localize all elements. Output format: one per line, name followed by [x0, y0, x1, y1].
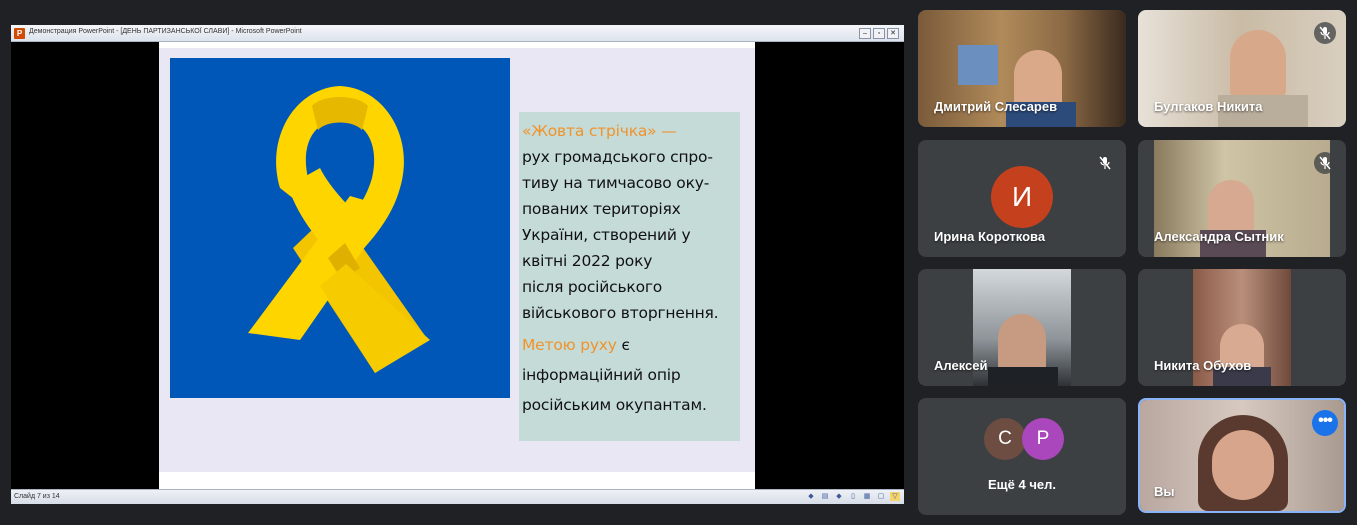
- window-controls: – ▫ ✕: [859, 28, 899, 39]
- slide-highlight: Метою руху: [522, 336, 617, 354]
- slide-menu-icon[interactable]: ▤: [820, 492, 830, 501]
- next-slide-icon[interactable]: ◆: [834, 492, 844, 501]
- more-options-button[interactable]: •••: [1312, 410, 1338, 436]
- self-tile[interactable]: ••• Вы: [1138, 398, 1346, 513]
- slide-top-strip: [159, 42, 755, 48]
- person-silhouette: [1212, 430, 1274, 500]
- slide-heading: «Жовта стрічка» —: [522, 122, 677, 140]
- participant-name: Алексей: [934, 358, 988, 373]
- slide-text-fragment: є: [616, 336, 630, 354]
- yellow-ribbon-icon: [248, 86, 430, 373]
- more-participants-tile[interactable]: С Р Ещё 4 чел.: [918, 398, 1126, 515]
- participant-name: Ирина Короткова: [934, 229, 1046, 244]
- slide-text-line: рух громадського спро-: [522, 148, 713, 166]
- powerpoint-status-bar: Слайд 7 из 14 ◆ ▤ ◆ ▯ ▦ ▢ ▽: [11, 489, 904, 504]
- mic-off-icon: [1099, 156, 1111, 170]
- slideshow-view-icon[interactable]: ▽: [890, 492, 900, 501]
- slide-text-line: Метою руху є: [522, 332, 737, 358]
- participant-name: Александра Сытник: [1154, 229, 1284, 244]
- ribbon-image: [170, 58, 510, 398]
- minimize-button[interactable]: –: [859, 28, 871, 39]
- slide-text-line: інформаційний опір: [522, 366, 681, 384]
- powerpoint-title-bar: P Демонстрация PowerPoint - [ДЕНЬ ПАРТИЗ…: [11, 25, 904, 42]
- slide-text-line: пованих територіях: [522, 200, 681, 218]
- person-silhouette: [998, 314, 1046, 374]
- participant-tile[interactable]: Александра Сытник: [1138, 140, 1346, 257]
- avatar: И: [991, 166, 1053, 228]
- participant-name: Дмитрий Слесарев: [934, 99, 1058, 114]
- mic-off-indicator: [1094, 152, 1116, 174]
- slide-text-line: тиву на тимчасово оку-: [522, 174, 710, 192]
- video-feed-detail: [958, 45, 998, 85]
- prev-slide-icon[interactable]: ◆: [806, 492, 816, 501]
- more-participants-label: Ещё 4 чел.: [988, 477, 1056, 492]
- slide-text-box: «Жовта стрічка» — рух громадського спро-…: [519, 112, 740, 441]
- view-controls: ◆ ▤ ◆ ▯ ▦ ▢ ▽: [806, 492, 900, 501]
- slide-bottom-strip: [159, 472, 755, 489]
- powerpoint-icon: P: [14, 28, 25, 39]
- avatar: Р: [1022, 418, 1064, 460]
- slide-text-line: російським окупантам.: [522, 396, 707, 414]
- person-silhouette: [1230, 30, 1286, 100]
- avatar: С: [984, 418, 1026, 460]
- participant-name: Булгаков Никита: [1154, 99, 1263, 114]
- normal-view-icon[interactable]: ▯: [848, 492, 858, 501]
- restore-button[interactable]: ▫: [873, 28, 885, 39]
- meet-window: P Демонстрация PowerPoint - [ДЕНЬ ПАРТИЗ…: [0, 0, 1357, 525]
- window-title: Демонстрация PowerPoint - [ДЕНЬ ПАРТИЗАН…: [29, 28, 302, 35]
- participant-tile[interactable]: Никита Обухов: [1138, 269, 1346, 386]
- close-button[interactable]: ✕: [887, 28, 899, 39]
- slide-text-line: військового вторгнення.: [522, 304, 719, 322]
- slide-text-line: квітні 2022 року: [522, 252, 653, 270]
- person-silhouette: [1208, 180, 1254, 235]
- sorter-view-icon[interactable]: ▦: [862, 492, 872, 501]
- slide: «Жовта стрічка» — рух громадського спро-…: [159, 42, 755, 489]
- mic-off-icon: [1319, 156, 1331, 170]
- participant-tile[interactable]: Алексей: [918, 269, 1126, 386]
- person-clothes: [988, 367, 1058, 386]
- slide-text-line: України, створений у: [522, 226, 691, 244]
- participant-tile[interactable]: Дмитрий Слесарев: [918, 10, 1126, 127]
- slide-counter: Слайд 7 из 14: [14, 493, 60, 500]
- participant-tile[interactable]: Булгаков Никита: [1138, 10, 1346, 127]
- slide-text-line: після російського: [522, 278, 663, 296]
- shared-screen[interactable]: P Демонстрация PowerPoint - [ДЕНЬ ПАРТИЗ…: [11, 25, 904, 504]
- participant-name: Вы: [1154, 484, 1175, 499]
- participant-name: Никита Обухов: [1154, 358, 1252, 373]
- mic-off-indicator: [1314, 22, 1336, 44]
- mic-off-icon: [1319, 26, 1331, 40]
- mic-off-indicator: [1314, 152, 1336, 174]
- participant-tile[interactable]: И Ирина Короткова: [918, 140, 1126, 257]
- reading-view-icon[interactable]: ▢: [876, 492, 886, 501]
